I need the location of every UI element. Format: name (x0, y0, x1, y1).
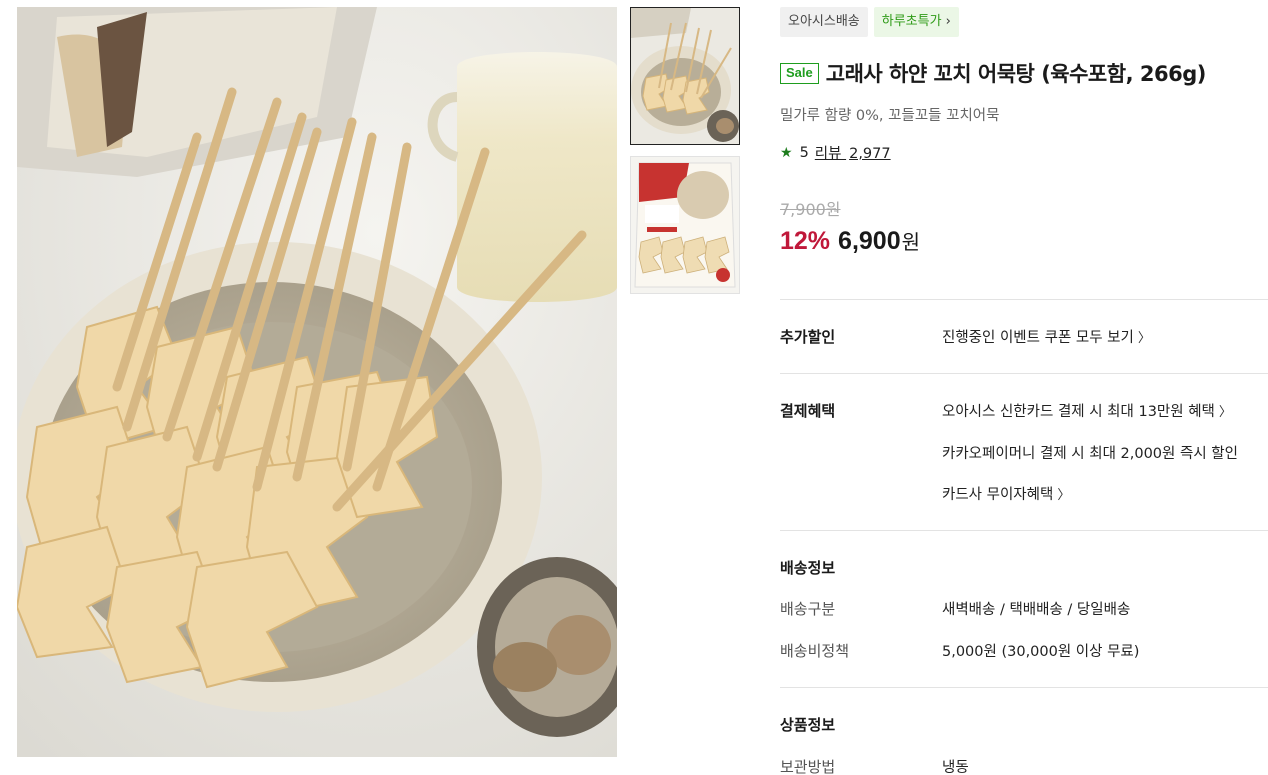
product-info-panel: 오아시스배송 하루초특가 › Sale 고래사 하얀 꼬치 어묵탕 (육수포함, … (780, 0, 1268, 775)
thumbnail-1[interactable] (630, 7, 740, 145)
extra-discount-link[interactable]: 진행중인 이벤트 쿠폰 모두 보기 〉 (942, 326, 1151, 347)
thumbnail-2[interactable] (630, 156, 740, 294)
payment-benefit-kakao[interactable]: 카카오페이머니 결제 시 최대 2,000원 즉시 할인 (942, 442, 1238, 463)
divider (780, 530, 1268, 531)
extra-discount-label: 추가할인 (780, 328, 836, 346)
product-title: 고래사 하얀 꼬치 어묵탕 (육수포함, 266g) (825, 62, 1207, 86)
extra-discount-text: 진행중인 이벤트 쿠폰 모두 보기 (942, 330, 1134, 346)
review-link[interactable]: 리뷰 2,977 (815, 142, 891, 163)
delivery-heading: 배송정보 (780, 559, 836, 577)
price-row: 12% 6,900 원 (780, 226, 920, 256)
delivery-type-value: 새벽배송 / 택배배송 / 당일배송 (942, 602, 1131, 618)
original-price: 7,900원 (780, 200, 841, 219)
divider (780, 687, 1268, 688)
daily-special-label: 하루초특가 (881, 14, 942, 29)
currency-unit: 원 (901, 230, 921, 254)
payment-benefit-kakao-text: 카카오페이머니 결제 시 최대 2,000원 즉시 할인 (942, 446, 1238, 462)
product-subtitle: 밀가루 함량 0%, 꼬들꼬들 꼬치어묵 (780, 108, 1000, 124)
delivery-policy-value: 5,000원 (30,000원 이상 무료) (942, 644, 1140, 660)
chevron-right-icon: 〉 (1057, 488, 1071, 503)
main-product-image (17, 7, 617, 757)
divider (780, 299, 1268, 300)
chevron-right-icon: 〉 (1218, 405, 1232, 420)
daily-special-badge[interactable]: 하루초특가 › (873, 7, 959, 37)
badge-group: 오아시스배송 하루초특가 › (780, 7, 959, 37)
title-row: Sale 고래사 하얀 꼬치 어묵탕 (육수포함, 266g) (780, 58, 1206, 88)
delivery-type-label: 배송구분 (780, 600, 836, 618)
rating-row: ★ 5 리뷰 2,977 (780, 142, 891, 163)
chevron-right-icon: 〉 (1137, 331, 1151, 346)
rating-score: 5 (799, 144, 809, 161)
payment-benefit-shinhan-text: 오아시스 신한카드 결제 시 최대 13만원 혜택 (942, 404, 1215, 420)
delivery-policy-label: 배송비정책 (780, 642, 850, 660)
sale-price: 6,900 (838, 227, 901, 255)
star-icon: ★ (780, 144, 793, 161)
payment-benefit-shinhan[interactable]: 오아시스 신한카드 결제 시 최대 13만원 혜택 〉 (942, 400, 1232, 421)
divider (780, 373, 1268, 374)
product-info-heading: 상품정보 (780, 716, 836, 734)
storage-label: 보관방법 (780, 758, 836, 775)
payment-benefit-installment[interactable]: 카드사 무이자혜택 〉 (942, 483, 1070, 504)
payment-benefit-label: 결제혜택 (780, 402, 836, 420)
chevron-right-icon: › (945, 14, 951, 29)
payment-benefit-installment-text: 카드사 무이자혜택 (942, 487, 1054, 503)
oasis-delivery-badge: 오아시스배송 (780, 7, 868, 37)
discount-rate: 12% (780, 227, 831, 255)
storage-value: 냉동 (942, 760, 969, 775)
review-label: 리뷰 (814, 146, 842, 162)
review-count: 2,977 (849, 146, 891, 162)
sale-tag: Sale (780, 62, 819, 84)
